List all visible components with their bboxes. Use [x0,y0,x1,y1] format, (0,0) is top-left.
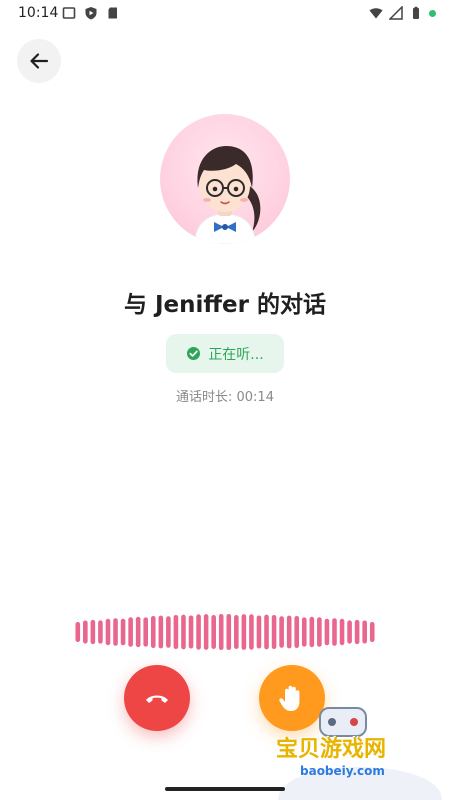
waveform-bar [188,615,194,649]
screen-icon [62,7,76,19]
waveform-bar [135,616,141,648]
waveform-bar [75,622,81,642]
waveform-bar [98,620,103,644]
waveform-bar [173,614,179,650]
back-button[interactable] [17,39,61,83]
waveform-bar [120,618,126,646]
waveform-bar [309,616,315,648]
watermark-text-cn: 宝贝游戏网 [276,737,387,762]
call-duration: 通话时长: 00:14 [176,390,274,405]
waveform-bar [181,614,186,650]
waveform-bar [166,616,171,648]
waveform-bar [218,614,224,650]
waveform-bar [286,615,292,649]
status-bar: 10:14 [0,0,450,28]
waveform-bar [158,615,164,649]
waveform-bar [143,617,149,647]
waveform-bar [332,618,337,646]
waveform-bar [347,620,352,644]
waveform-bar [105,618,111,646]
waveform-bar [211,615,216,649]
waveform-bar [249,614,254,650]
hang-up-button[interactable] [124,665,190,731]
waveform-bar [317,617,322,647]
waveform-bar [241,614,247,650]
home-indicator [165,787,285,791]
shield-play-icon [85,7,97,20]
waveform-bar [339,618,345,646]
waveform-bar [279,616,284,648]
avatar [160,114,290,244]
waveform-bar [196,614,201,650]
waveform-bar [369,622,375,642]
sd-card-icon [108,7,117,19]
waveform-bar [128,617,133,647]
status-time: 10:14 [18,5,59,21]
listening-status-label: 正在听... [208,346,264,363]
signal-icon [389,6,403,20]
audio-waveform [75,614,375,650]
waveform-bar [264,614,269,650]
waveform-bar [83,620,88,644]
page-title: 与 Jeniffer 的对话 [123,292,326,318]
waveform-bar [271,614,277,650]
watermark-text-en: baobeiy.com [300,764,385,778]
waveform-bar [301,617,307,647]
status-dot [429,9,436,17]
waveform-bar [226,614,232,650]
waveform-bar [203,614,209,650]
waveform-bar [256,615,262,649]
waveform-bar [113,618,118,646]
waveform-bar [324,618,330,646]
check-circle-icon [187,347,201,360]
wifi-icon [369,8,383,19]
waveform-bar [354,619,360,645]
listening-status-badge: 正在听... [166,334,284,373]
waveform-bar [362,620,367,644]
phone-hangup-icon [146,695,168,703]
back-arrow-icon [30,53,49,69]
battery-icon [413,6,419,19]
waveform-bar [294,615,300,649]
waveform-bar [234,615,239,649]
waveform-bar [90,619,96,645]
waveform-bar [150,615,156,649]
avatar-illustration [193,146,261,244]
status-left-icons [62,6,120,20]
status-right-icons [369,6,436,20]
